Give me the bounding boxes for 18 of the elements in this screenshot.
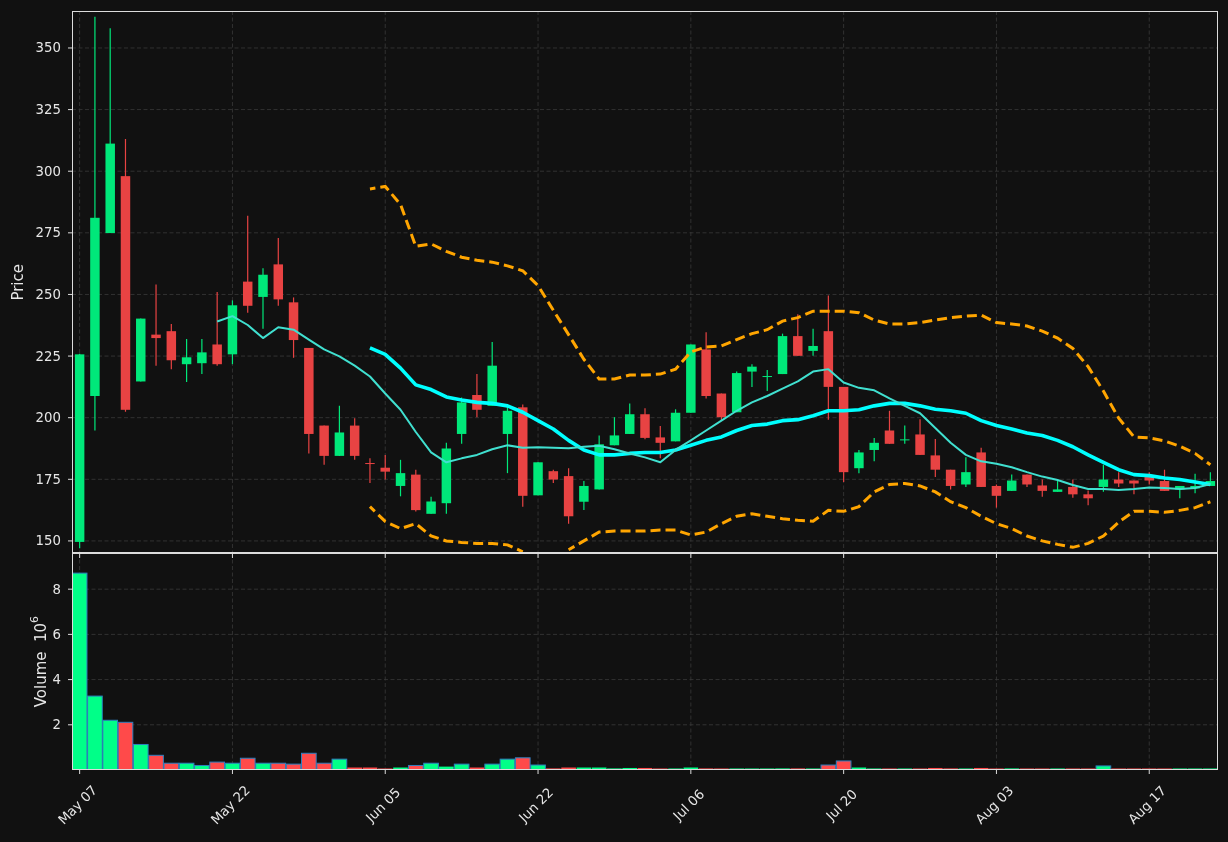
x-tick-label: Jun 22 — [515, 784, 557, 826]
x-tick-label: Jul 20 — [823, 786, 861, 824]
y-tick-label: 8 — [52, 581, 61, 597]
x-tick-label: Jun 05 — [363, 784, 404, 826]
y-tick-label: 2 — [52, 717, 61, 733]
y-tick-label: 6 — [52, 626, 61, 642]
y-tick-label: 350 — [35, 40, 61, 56]
y-tick-label: 4 — [52, 672, 61, 688]
y-tick-label: 300 — [35, 163, 61, 179]
y-tick-label: 250 — [35, 286, 61, 302]
axis-title: Price — [10, 263, 27, 301]
y-tick-label: 200 — [35, 410, 61, 426]
x-tick-label: Jul 06 — [670, 786, 708, 824]
y-tick-label: 225 — [35, 348, 61, 364]
y-tick-label: 150 — [35, 533, 61, 549]
y-tick-label: 325 — [35, 102, 61, 118]
y-tick-label: 175 — [35, 471, 61, 487]
y-tick-label: 275 — [35, 225, 61, 241]
